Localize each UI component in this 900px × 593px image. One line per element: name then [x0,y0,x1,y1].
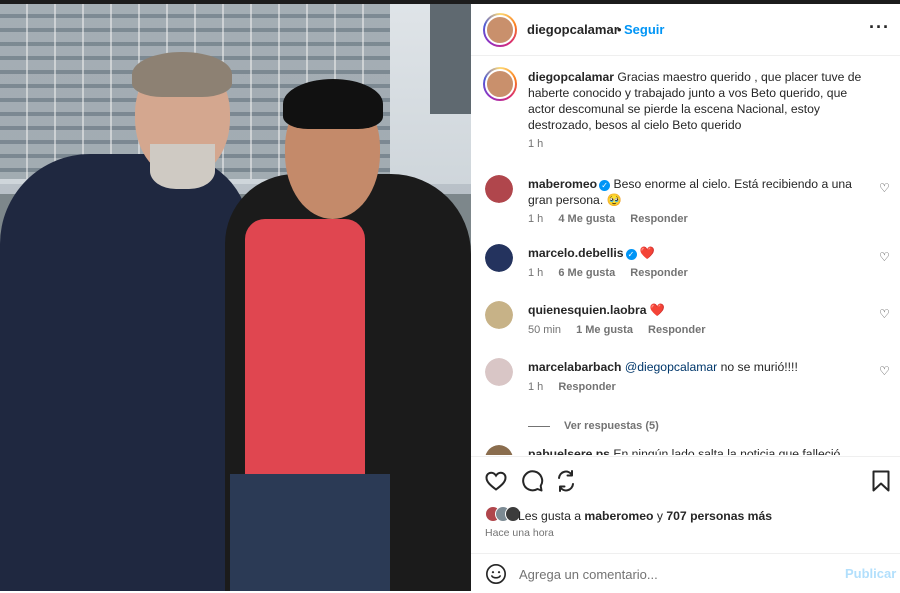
avatar[interactable] [485,175,513,203]
comment-text: marcelo.debellis ✓ ❤️ [528,245,858,261]
comment-username[interactable]: marcelabarbach [528,360,622,374]
verified-badge-icon: ✓ [599,180,611,191]
emoji-icon[interactable] [485,563,507,585]
likes-first-user[interactable]: maberomeo [584,509,653,523]
more-options-icon[interactable]: ··· [869,17,890,38]
add-comment-bar: Publicar [471,553,900,593]
comment-heart-icon[interactable]: ♡ [879,181,890,195]
likes-summary: Les gusta a maberomeo y 707 personas más [518,509,772,523]
post-actions: Les gusta a maberomeo y 707 personas más… [471,456,900,592]
comment-icon[interactable] [520,469,544,493]
comment-heart-icon[interactable]: ♡ [879,307,890,321]
replies-divider [528,425,550,427]
view-replies-button[interactable]: Ver respuestas (5) [528,420,659,432]
comment-body: ❤️ [649,303,666,317]
comment-text: pabuelsere.ps En ningún lado salta la no… [528,446,858,455]
caption-text: diegopcalamar Gracias maestro querido , … [528,69,868,133]
likes-prefix: Les gusta a [518,509,582,523]
comment-time: 1 h [528,213,544,225]
caption-username[interactable]: diegopcalamar [528,70,614,84]
comment-time: 1 h [528,267,544,279]
comment-time: 50 min [528,324,562,336]
avatar[interactable] [485,301,513,329]
heart-icon[interactable] [484,469,508,493]
reply-button[interactable]: Responder [630,267,687,279]
comment-meta: 50 min 1 Me gusta Responder [528,324,717,336]
reply-button[interactable]: Responder [630,213,687,225]
list-item: maberomeo ✓ Beso enorme al cielo. Está re… [471,175,900,225]
photo-person-left-jacket [0,154,250,591]
avatar[interactable] [485,244,513,272]
list-item: marcelabarbach @diegopcalamar no se muri… [471,358,900,408]
comment-text: maberomeo ✓ Beso enorme al cielo. Está re… [528,176,858,208]
comment-username[interactable]: pabuelsere.ps [528,447,610,455]
reply-button[interactable]: Responder [558,381,615,393]
comment-username[interactable]: quienesquien.laobra [528,303,647,317]
reply-button[interactable]: Responder [648,324,705,336]
view-replies-label: Ver respuestas (5) [564,420,659,432]
comment-meta: 1 h 6 Me gusta Responder [528,267,700,279]
photo-person-left-hair [132,52,232,97]
comment-body: En ningún lado salta la noticia que fall… [613,447,841,455]
header-username[interactable]: diegopcalamar [527,22,619,37]
caption-time: 1 h [528,138,544,150]
post-header: diegopcalamar • Seguir ··· [471,4,900,56]
post-comment-button[interactable]: Publicar [845,566,896,581]
comment-heart-icon[interactable]: ♡ [879,364,890,378]
comment-body: no se murió!!!! [720,360,798,374]
avatar[interactable] [485,445,513,455]
comment-input[interactable] [519,563,819,585]
comment-meta: 1 h 4 Me gusta Responder [528,213,700,225]
comment-username[interactable]: maberomeo [528,177,597,191]
comment-likes[interactable]: 1 Me gusta [576,324,633,336]
photo-tower [430,4,471,114]
comment-mention[interactable]: @diegopcalamar [625,360,717,374]
likes-count[interactable]: 707 personas más [666,509,772,523]
comments-list[interactable]: diegopcalamar Gracias maestro querido , … [471,57,900,455]
avatar[interactable] [483,67,517,101]
avatar[interactable] [485,358,513,386]
header-separator: • [617,22,622,37]
photo-person-left-beard [150,144,215,189]
follow-button[interactable]: Seguir [624,22,664,37]
avatar[interactable] [483,13,517,47]
list-item: pabuelsere.ps En ningún lado salta la no… [471,445,900,455]
comment-username[interactable]: marcelo.debellis [528,246,624,260]
comment-heart-icon[interactable]: ♡ [879,250,890,264]
list-item: quienesquien.laobra ❤️ 50 min 1 Me gusta… [471,301,900,351]
list-item: marcelo.debellis ✓ ❤️ 1 h 6 Me gusta Resp… [471,244,900,294]
verified-badge-icon: ✓ [625,249,637,260]
photo-person-right-hair [283,79,383,129]
comment-body: ❤️ [639,246,656,260]
share-icon[interactable] [554,469,578,493]
comment-text: quienesquien.laobra ❤️ [528,302,858,318]
comment-likes[interactable]: 4 Me gusta [558,213,615,225]
photo-person-right-shirt [245,219,365,499]
bookmark-icon[interactable] [869,469,893,493]
comment-time: 1 h [528,381,544,393]
comment-text: marcelabarbach @diegopcalamar no se muri… [528,359,858,375]
comment-meta: 1 h Responder [528,381,628,393]
post-timestamp: Hace una hora [485,527,554,539]
likes-conjunction: y [656,509,663,523]
post-side-panel: diegopcalamar • Seguir ··· diegopcalamar… [471,4,900,592]
post-photo[interactable] [0,4,471,591]
photo-person-right-jeans [230,474,390,591]
comment-likes[interactable]: 6 Me gusta [558,267,615,279]
